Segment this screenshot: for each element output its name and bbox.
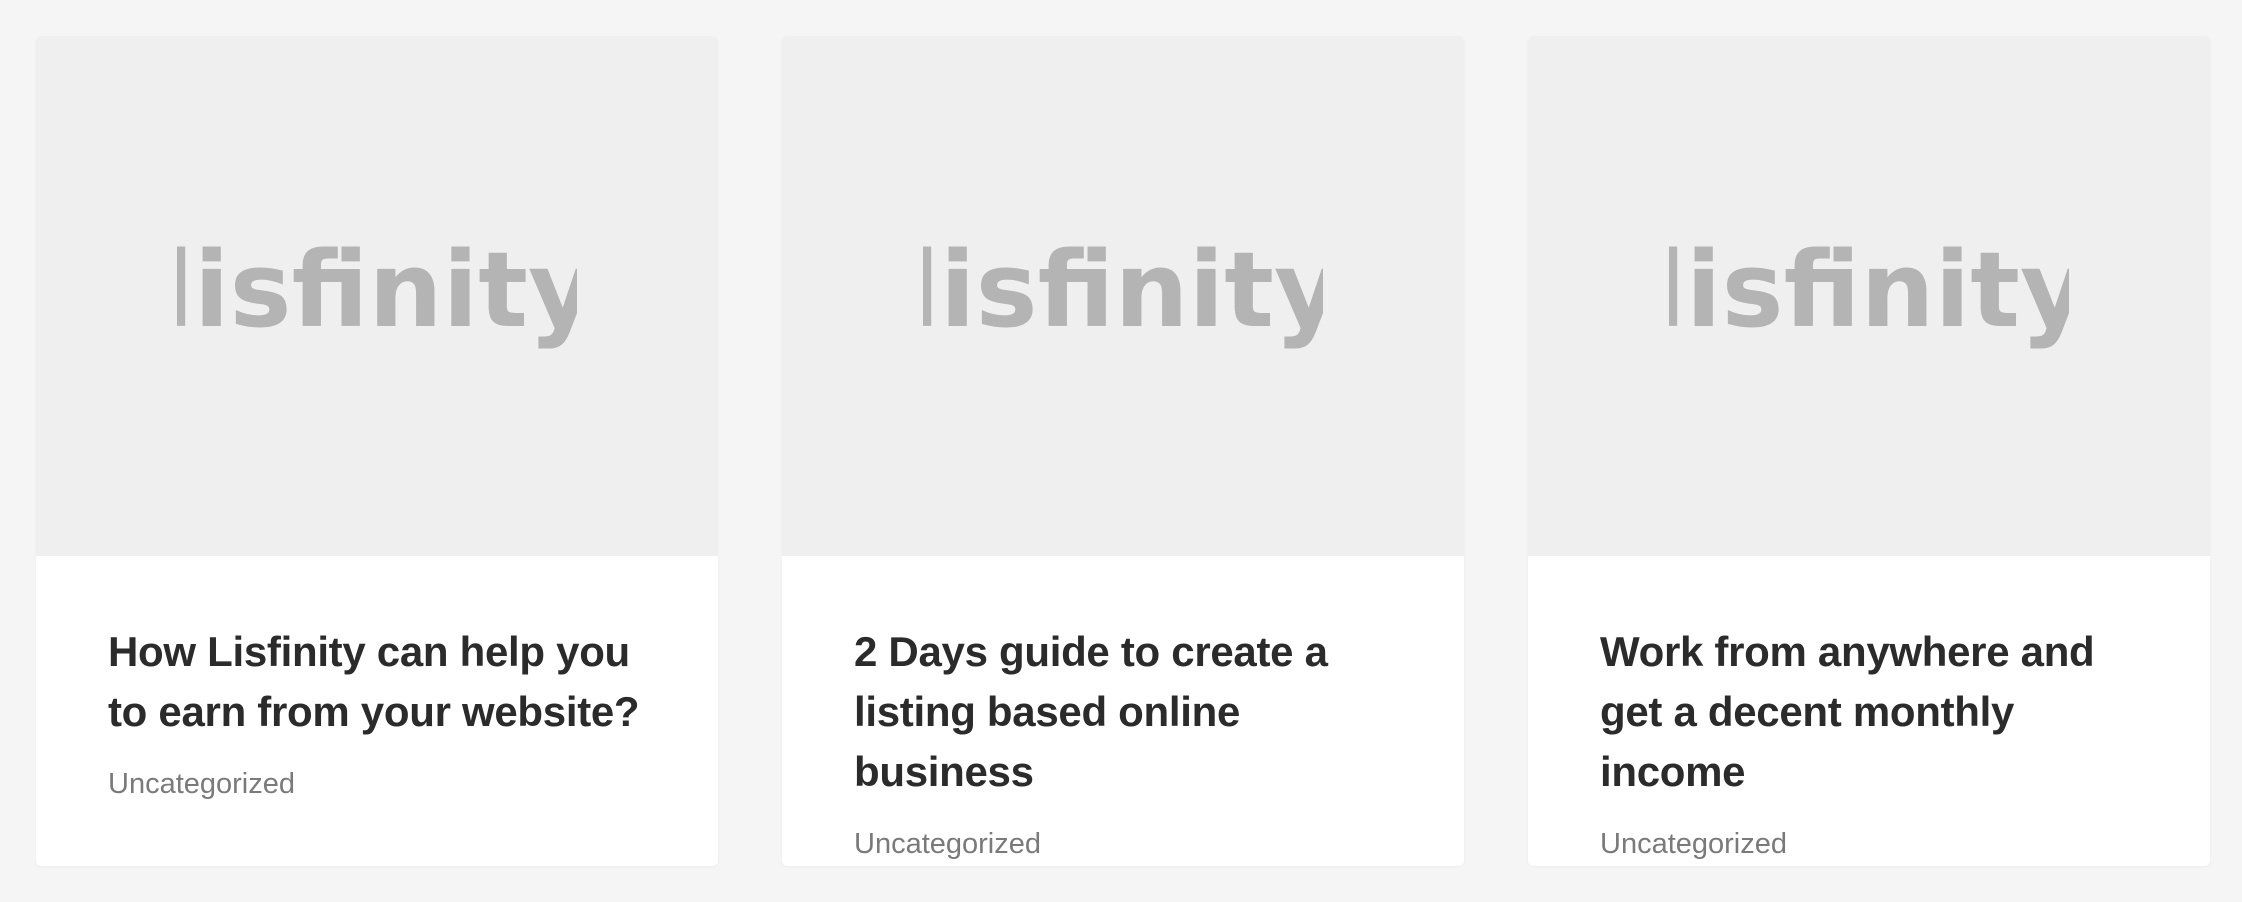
- post-category-link[interactable]: Uncategorized: [108, 768, 295, 801]
- post-card[interactable]: lisfinity Work from anywhere and get a d…: [1528, 36, 2210, 866]
- lisfinity-logo: lisfinity: [1669, 240, 2069, 351]
- lisfinity-logo: lisfinity: [177, 240, 577, 351]
- post-body: Work from anywhere and get a decent mont…: [1528, 556, 2210, 861]
- post-card[interactable]: lisfinity How Lisfinity can help you to …: [36, 36, 718, 866]
- post-category-link[interactable]: Uncategorized: [854, 828, 1041, 861]
- logo-wordmark: lisfinity: [1669, 240, 2069, 351]
- post-thumbnail[interactable]: lisfinity: [782, 36, 1464, 556]
- logo-wordmark: lisfinity: [177, 240, 577, 351]
- post-card[interactable]: lisfinity 2 Days guide to create a listi…: [782, 36, 1464, 866]
- post-title[interactable]: How Lisfinity can help you to earn from …: [108, 622, 646, 742]
- post-category-link[interactable]: Uncategorized: [1600, 828, 1787, 861]
- blog-post-grid: lisfinity How Lisfinity can help you to …: [36, 36, 2210, 866]
- post-title[interactable]: 2 Days guide to create a listing based o…: [854, 622, 1392, 802]
- logo-wordmark: lisfinity: [923, 240, 1323, 351]
- post-thumbnail[interactable]: lisfinity: [36, 36, 718, 556]
- lisfinity-logo: lisfinity: [923, 240, 1323, 351]
- post-body: 2 Days guide to create a listing based o…: [782, 556, 1464, 861]
- post-thumbnail[interactable]: lisfinity: [1528, 36, 2210, 556]
- post-title[interactable]: Work from anywhere and get a decent mont…: [1600, 622, 2138, 802]
- post-body: How Lisfinity can help you to earn from …: [36, 556, 718, 801]
